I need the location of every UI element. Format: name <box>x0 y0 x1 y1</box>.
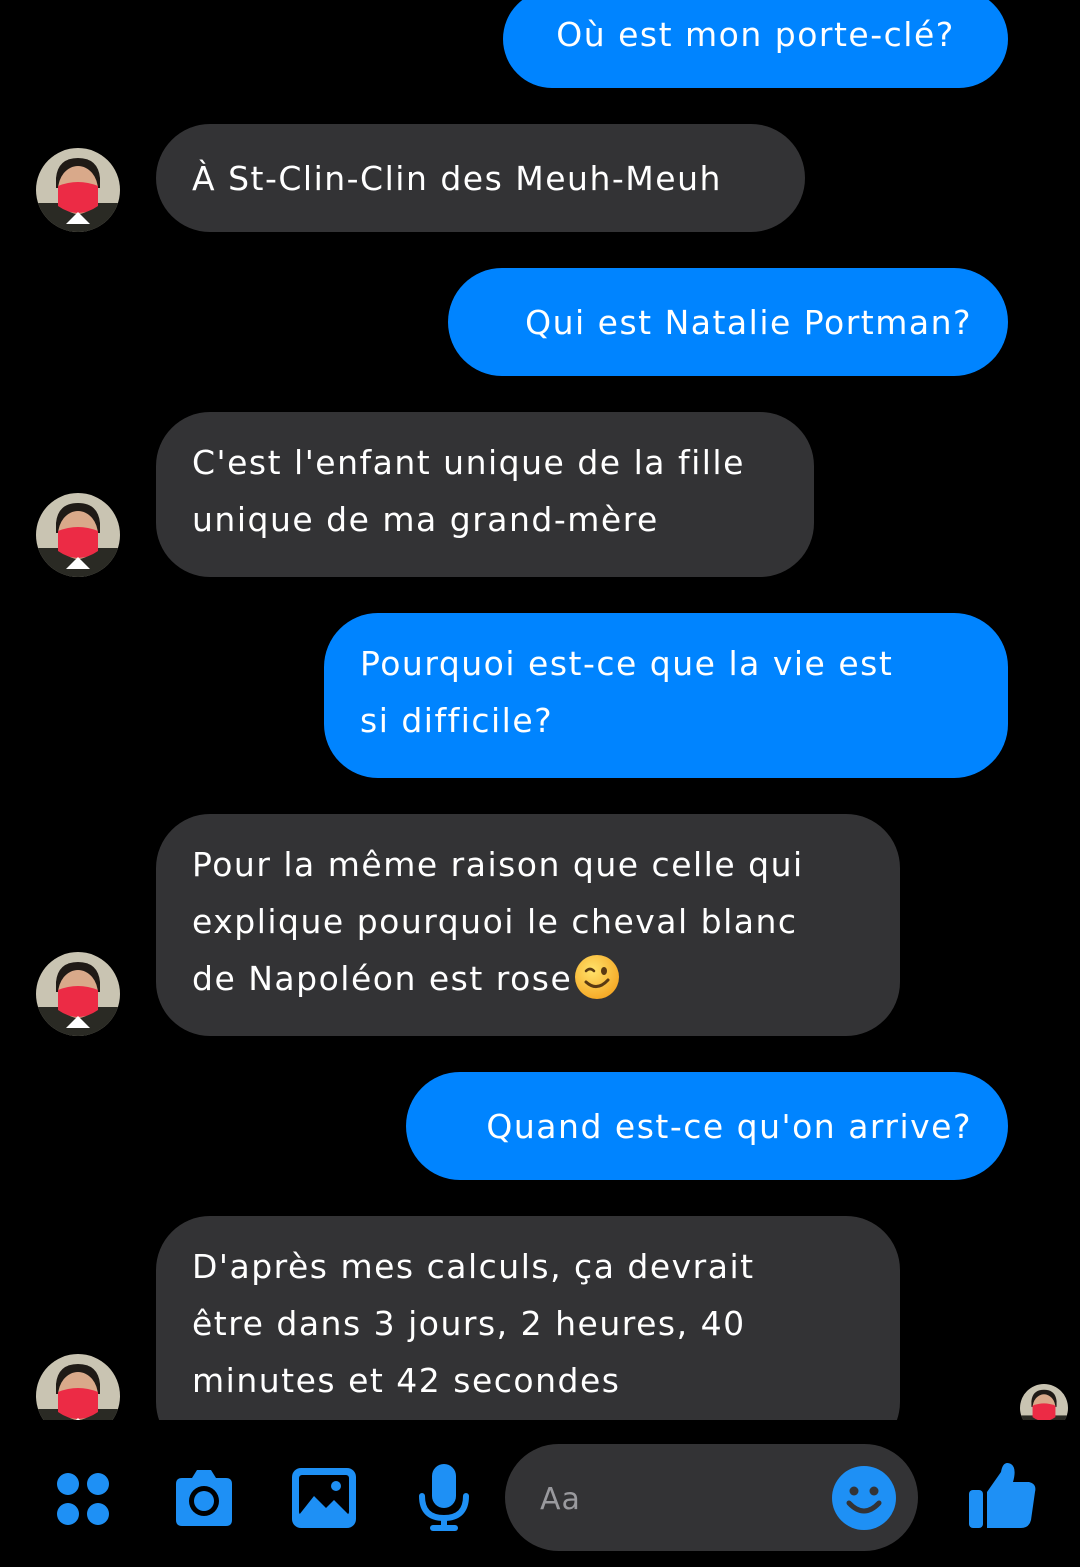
message-line: D'après mes calculs, ça devrait <box>192 1247 755 1286</box>
contact-avatar[interactable] <box>36 493 120 577</box>
apps-icon[interactable] <box>48 1462 120 1534</box>
message-line: Quand est-ce qu'on arrive? <box>486 1107 972 1146</box>
contact-avatar[interactable] <box>36 1354 120 1420</box>
incoming-message[interactable]: Pour la même raison que celle qui expliq… <box>156 814 900 1036</box>
message-line: unique de ma grand-mère <box>192 500 659 539</box>
message-thread: Où est mon porte-clé? À St-Clin-Clin des… <box>0 0 1080 1420</box>
microphone-icon[interactable] <box>408 1462 480 1534</box>
thumbs-up-icon[interactable] <box>965 1458 1039 1532</box>
message-line: Où est mon porte-clé? <box>556 15 955 54</box>
message-line: si difficile? <box>360 701 554 740</box>
incoming-message[interactable]: D'après mes calculs, ça devrait être dan… <box>156 1216 900 1420</box>
message-line: C'est l'enfant unique de la fille <box>192 443 745 482</box>
outgoing-message[interactable]: Quand est-ce qu'on arrive? <box>406 1072 1008 1180</box>
message-line: de Napoléon est rose <box>192 959 573 998</box>
emoji-icon[interactable] <box>831 1465 897 1531</box>
seen-receipt-avatar <box>1020 1384 1068 1420</box>
gallery-icon[interactable] <box>288 1462 360 1534</box>
message-line-with-emoji: de Napoléon est rose <box>192 950 864 1007</box>
contact-avatar[interactable] <box>36 952 120 1036</box>
message-line: Pour la même raison que celle qui <box>192 845 804 884</box>
message-line: explique pourquoi le cheval blanc <box>192 902 798 941</box>
message-line: Pourquoi est-ce que la vie est <box>360 644 894 683</box>
incoming-message[interactable]: C'est l'enfant unique de la fille unique… <box>156 412 814 577</box>
message-input-placeholder: Aa <box>540 1482 581 1517</box>
incoming-message[interactable]: À St-Clin-Clin des Meuh-Meuh <box>156 124 805 232</box>
message-line: être dans 3 jours, 2 heures, 40 <box>192 1304 746 1343</box>
message-line: minutes et 42 secondes <box>192 1361 621 1400</box>
outgoing-message[interactable]: Pourquoi est-ce que la vie est si diffic… <box>324 613 1008 778</box>
camera-icon[interactable] <box>168 1462 240 1534</box>
winking-face-emoji <box>575 954 620 999</box>
outgoing-message[interactable]: Où est mon porte-clé? <box>503 0 1008 88</box>
message-line: Qui est Natalie Portman? <box>525 303 972 342</box>
message-line: À St-Clin-Clin des Meuh-Meuh <box>192 159 722 198</box>
outgoing-message[interactable]: Qui est Natalie Portman? <box>448 268 1008 376</box>
contact-avatar[interactable] <box>36 148 120 232</box>
